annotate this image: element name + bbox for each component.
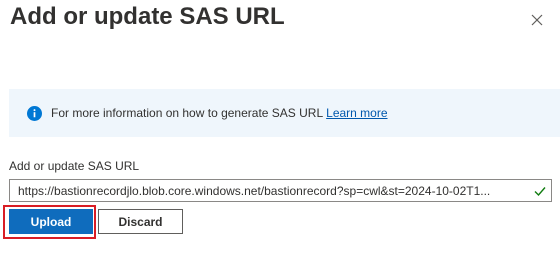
checkmark-icon bbox=[533, 184, 547, 198]
info-icon bbox=[27, 105, 42, 121]
dialog-title: Add or update SAS URL bbox=[10, 3, 285, 30]
learn-more-link[interactable]: Learn more bbox=[326, 106, 387, 120]
info-message-bar: For more information on how to generate … bbox=[9, 89, 560, 137]
discard-button[interactable]: Discard bbox=[98, 209, 183, 234]
sas-url-input[interactable]: https://bastionrecordjlo.blob.core.windo… bbox=[9, 179, 552, 202]
info-text: For more information on how to generate … bbox=[51, 106, 324, 120]
upload-button[interactable]: Upload bbox=[9, 209, 93, 234]
sas-url-value[interactable]: https://bastionrecordjlo.blob.core.windo… bbox=[10, 184, 533, 198]
close-icon bbox=[528, 10, 548, 30]
close-button[interactable] bbox=[528, 10, 548, 30]
sas-url-label: Add or update SAS URL bbox=[9, 159, 140, 173]
